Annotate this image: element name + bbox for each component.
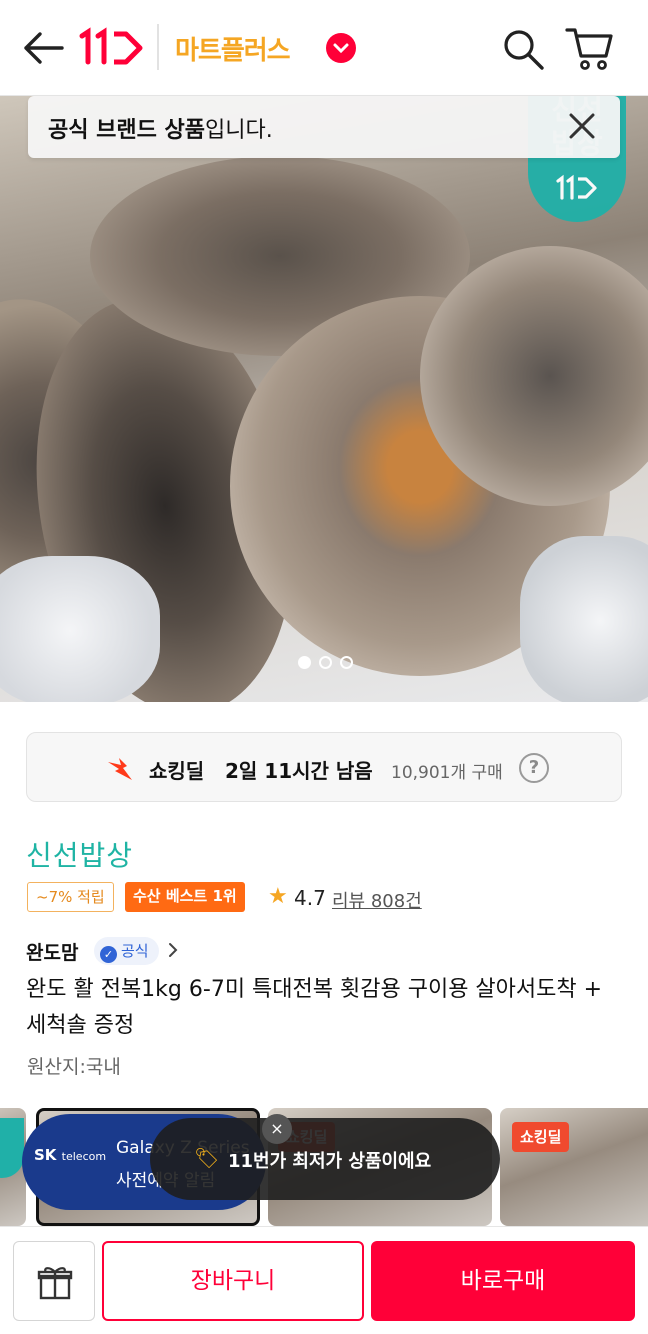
close-icon[interactable] [566, 110, 598, 142]
shocking-deal-icon [108, 758, 132, 780]
gift-button[interactable] [13, 1241, 95, 1321]
toast-close-icon[interactable]: × [262, 1114, 292, 1144]
product-origin: 원산지:국내 [27, 1056, 121, 1078]
point-tag: ~7% 적립 [27, 882, 114, 912]
check-badge-icon [326, 33, 356, 63]
ice-shape [0, 556, 160, 702]
toast-message: 11번가 최저가 상품이에요 [228, 1151, 432, 1172]
shocking-deal-box: 쇼킹딜 2일 11시간 남음 10,901개 구매 ? [26, 732, 622, 802]
sk-logo: SK telecom [34, 1146, 106, 1164]
11st-logo[interactable] [76, 26, 146, 70]
store-name[interactable]: 신선밥상 [26, 834, 133, 874]
rating-value: 4.7 [294, 886, 326, 910]
deal-label: 쇼킹딜 [149, 759, 205, 783]
gift-icon [37, 1267, 73, 1300]
seller-name[interactable]: 완도맘 [26, 938, 78, 965]
carousel-dot[interactable] [319, 656, 332, 669]
help-icon[interactable]: ? [519, 753, 549, 783]
bottom-action-bar: 장바구니 바로구매 [0, 1226, 648, 1334]
search-icon[interactable] [500, 26, 546, 72]
back-arrow-icon[interactable] [22, 28, 66, 68]
product-title: 완도 활 전복1kg 6-7미 특대전복 횟감용 구이용 살아서도착 + 세척솔… [26, 977, 603, 1038]
official-badge-label: 공식 [121, 942, 149, 960]
deal-time-left: 2일 11시간 남음 [225, 759, 373, 783]
mart-plus-label[interactable]: 마트플러스 [175, 30, 291, 67]
shocking-deal-badge: 쇼킹딜 [512, 1122, 570, 1152]
chevron-right-icon[interactable] [166, 940, 180, 960]
official-brand-text: 공식 브랜드 상품입니다. [48, 112, 273, 144]
official-badge: ✓ 공식 [94, 937, 159, 965]
carousel-dot[interactable] [340, 656, 353, 669]
add-to-cart-button[interactable]: 장바구니 [102, 1241, 364, 1321]
cart-icon[interactable] [564, 24, 614, 72]
lowest-price-toast: × 🏷 11번가 최저가 상품이에요 [150, 1114, 500, 1200]
fresh-badge-mini [0, 1118, 24, 1178]
carousel-dot[interactable] [298, 656, 311, 669]
sk-logo-sub: telecom [61, 1150, 107, 1163]
carousel-indicator [298, 654, 361, 673]
header-divider [157, 24, 159, 70]
best-tag: 수산 베스트 1위 [125, 882, 245, 912]
product-hero-image[interactable]: 신선 밥상 [0, 96, 648, 702]
11st-logo-small [556, 174, 597, 200]
official-brand-banner: 공식 브랜드 상품입니다. [28, 96, 620, 158]
official-brand-bold: 공식 브랜드 상품 [48, 118, 205, 143]
top-header: 마트플러스 [0, 0, 648, 96]
purchase-count: 10,901개 구매 [391, 763, 503, 783]
buy-now-button[interactable]: 바로구매 [371, 1241, 635, 1321]
price-tag-icon: 🏷 [194, 1146, 220, 1170]
star-icon: ★ [268, 884, 288, 909]
official-brand-rest: 입니다. [205, 118, 273, 143]
sk-logo-brand: SK [34, 1146, 57, 1164]
review-count-link[interactable]: 리뷰 808건 [332, 887, 422, 913]
verified-check-icon: ✓ [100, 946, 117, 963]
thumbnail-item[interactable]: 쇼킹딜 [500, 1108, 648, 1226]
ice-shape [520, 536, 648, 702]
